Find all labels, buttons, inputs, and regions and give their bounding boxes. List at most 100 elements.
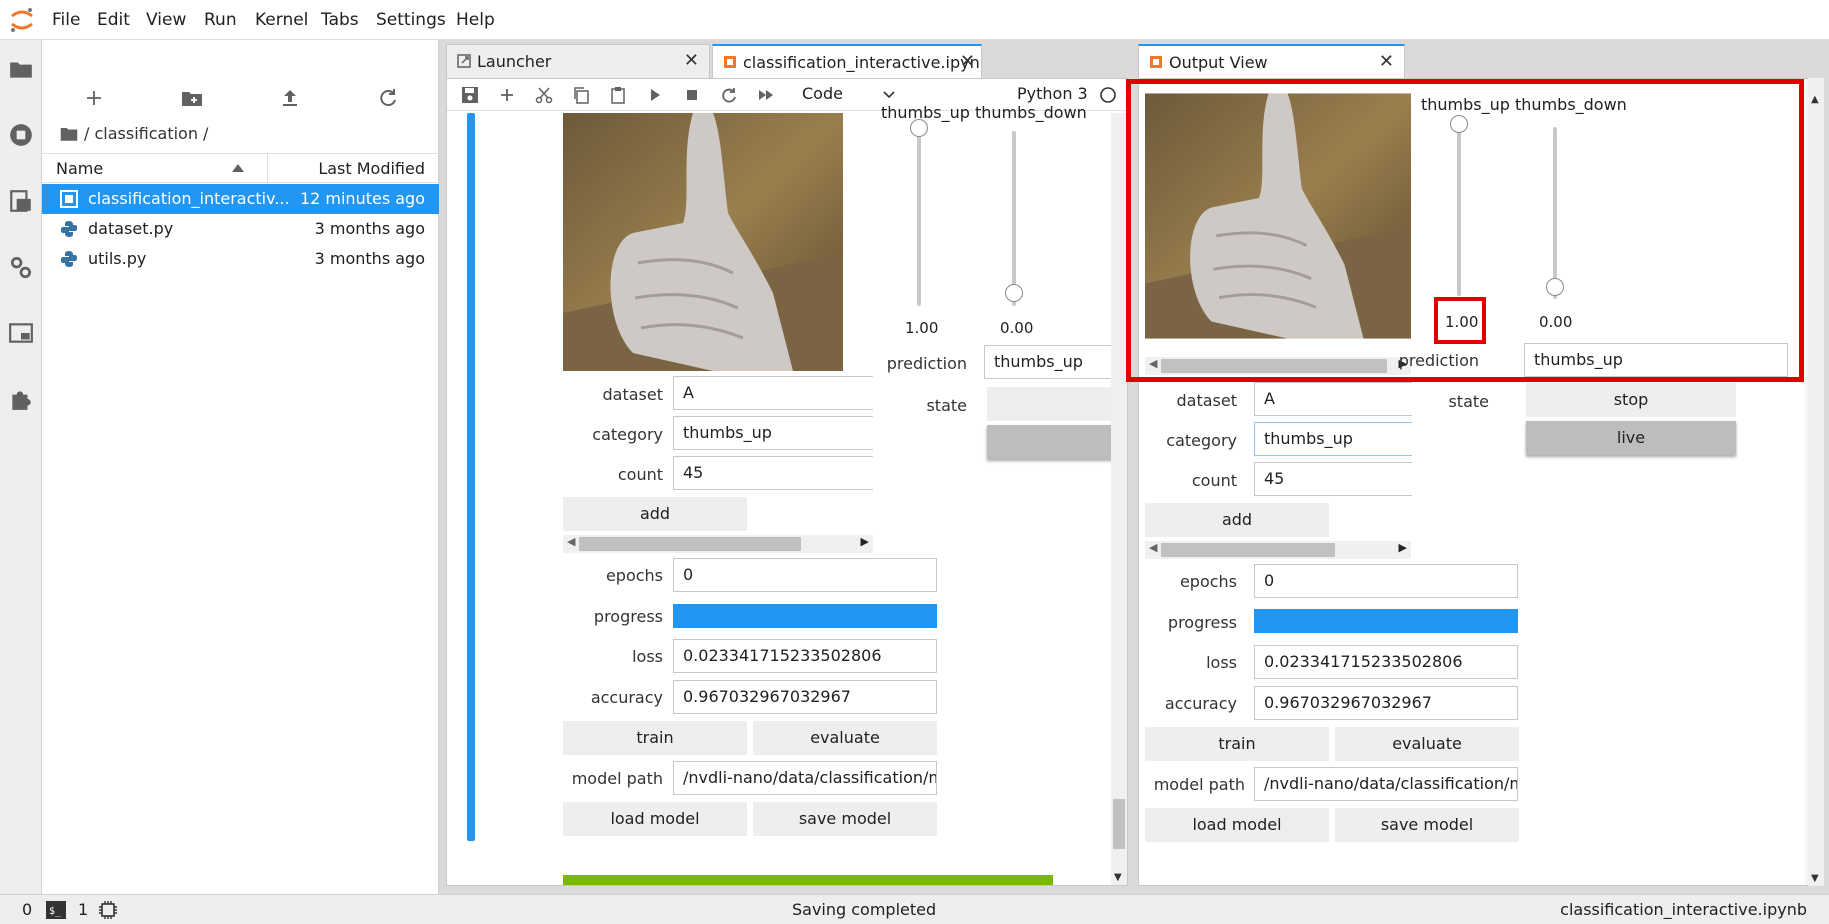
fast-forward-icon[interactable] — [757, 86, 775, 104]
terminal-icon[interactable]: $_ — [46, 901, 66, 919]
stop-icon[interactable] — [683, 86, 701, 104]
loss-field[interactable]: 0.023341715233502806 — [673, 639, 937, 673]
add-button[interactable]: add — [1145, 503, 1329, 537]
live-toggle-button[interactable]: live — [1526, 421, 1736, 455]
tab-launcher[interactable]: Launcher ✕ — [446, 44, 710, 78]
refresh-icon[interactable] — [376, 86, 400, 110]
breadcrumb-path[interactable]: / classification / — [84, 124, 208, 143]
cell-selection-bar[interactable] — [467, 113, 475, 841]
count-field[interactable]: 45 — [673, 456, 873, 490]
menu-file[interactable]: File — [52, 10, 80, 30]
add-cell-icon[interactable] — [498, 86, 516, 104]
model-path-field[interactable]: /nvdli-nano/data/classification/my_ — [673, 761, 937, 795]
paste-icon[interactable] — [609, 86, 627, 104]
restart-icon[interactable] — [720, 86, 738, 104]
dataset-dropdown[interactable]: A — [1254, 382, 1412, 416]
count-field[interactable]: 45 — [1254, 462, 1412, 496]
close-icon[interactable]: ✕ — [1379, 51, 1394, 72]
new-folder-icon[interactable] — [180, 86, 204, 110]
tab-notebook[interactable]: classification_interactive.ipyn ✕ — [712, 44, 982, 78]
scrollbar-thumb[interactable] — [579, 537, 801, 551]
scroll-down-icon[interactable]: ▼ — [1114, 872, 1122, 883]
notebook-vertical-scrollbar[interactable]: ▼ — [1111, 113, 1127, 885]
stop-button[interactable]: sto — [987, 387, 1127, 421]
scroll-right-icon[interactable]: ▶ — [861, 535, 869, 548]
save-model-button[interactable]: save model — [1335, 808, 1519, 842]
save-icon[interactable] — [461, 86, 479, 104]
extension-manager-icon[interactable] — [8, 386, 34, 412]
epochs-field[interactable]: 0 — [673, 558, 937, 592]
thumbs-down-slider-handle[interactable] — [1005, 284, 1023, 302]
category-dropdown[interactable]: thumbs_up — [673, 416, 873, 450]
accuracy-field[interactable]: 0.967032967032967 — [1254, 686, 1518, 720]
tab-output-view[interactable]: Output View ✕ — [1138, 44, 1405, 78]
scroll-up-icon[interactable]: ▲ — [1811, 94, 1819, 105]
scroll-down-icon[interactable]: ▼ — [1811, 873, 1819, 884]
evaluate-button[interactable]: evaluate — [753, 721, 937, 755]
add-button[interactable]: add — [563, 497, 747, 531]
horizontal-scrollbar[interactable]: ◀ ▶ — [563, 535, 873, 553]
property-inspector-icon[interactable] — [8, 254, 34, 280]
scroll-left-icon[interactable]: ◀ — [567, 535, 575, 548]
cell-type-select[interactable]: Code — [802, 84, 843, 103]
close-icon[interactable]: ✕ — [684, 50, 699, 71]
prediction-field[interactable]: thumbs_up — [984, 345, 1127, 379]
command-palette-icon[interactable] — [8, 188, 34, 214]
thumbs-up-slider-handle[interactable] — [910, 119, 928, 137]
menu-view[interactable]: View — [146, 10, 186, 30]
train-button[interactable]: train — [1145, 727, 1329, 761]
kernel-name[interactable]: Python 3 — [1017, 84, 1088, 103]
scrollbar-thumb[interactable] — [1113, 799, 1125, 849]
epochs-field[interactable]: 0 — [1254, 564, 1518, 598]
menu-tabs[interactable]: Tabs — [321, 10, 359, 30]
running-sessions-icon[interactable] — [8, 122, 34, 148]
file-row[interactable]: utils.py 3 months ago — [42, 244, 439, 274]
dock-vertical-scrollbar[interactable]: ▲ ▼ — [1808, 78, 1824, 886]
column-name[interactable]: Name — [56, 159, 103, 178]
accuracy-field[interactable]: 0.967032967032967 — [673, 680, 937, 714]
kernel-chip-icon[interactable] — [98, 900, 118, 920]
tab-label: Output View — [1169, 53, 1268, 72]
loss-field[interactable]: 0.023341715233502806 — [1254, 645, 1518, 679]
folder-icon[interactable] — [60, 126, 78, 142]
copy-icon[interactable] — [572, 86, 590, 104]
scrollbar-thumb[interactable] — [1161, 543, 1335, 557]
close-icon[interactable]: ✕ — [960, 51, 975, 72]
column-last-modified[interactable]: Last Modified — [318, 159, 425, 178]
chevron-down-icon[interactable] — [883, 91, 895, 99]
train-button[interactable]: train — [563, 721, 747, 755]
cut-icon[interactable] — [535, 86, 553, 104]
folder-icon[interactable] — [8, 56, 34, 82]
scroll-left-icon[interactable]: ◀ — [1149, 541, 1157, 554]
horizontal-scrollbar[interactable]: ◀ ▶ — [1145, 541, 1411, 559]
load-model-button[interactable]: load model — [563, 802, 747, 836]
dataset-dropdown[interactable]: A — [673, 376, 873, 410]
progress-label: progress — [1167, 613, 1237, 632]
status-message: Saving completed — [792, 900, 937, 919]
menu-run[interactable]: Run — [204, 10, 237, 30]
file-modified: 3 months ago — [314, 249, 425, 268]
menu-settings[interactable]: Settings — [376, 10, 446, 30]
category-dropdown[interactable]: thumbs_up — [1254, 422, 1412, 456]
file-row[interactable]: dataset.py 3 months ago — [42, 214, 439, 244]
cell-output-success-bar — [563, 875, 1053, 885]
stop-button[interactable]: stop — [1526, 383, 1736, 417]
file-row[interactable]: classification_interactiv... 12 minutes … — [42, 184, 439, 214]
scroll-right-icon[interactable]: ▶ — [1399, 541, 1407, 554]
menu-help[interactable]: Help — [456, 10, 495, 30]
menu-kernel[interactable]: Kernel — [255, 10, 308, 30]
upload-icon[interactable] — [278, 86, 302, 110]
run-icon[interactable] — [646, 86, 664, 104]
live-toggle-button[interactable]: liv — [987, 425, 1127, 459]
tabs-panel-icon[interactable] — [8, 320, 34, 346]
thumbs-up-slider-track[interactable] — [917, 131, 921, 306]
save-model-button[interactable]: save model — [753, 802, 937, 836]
model-path-field[interactable]: /nvdli-nano/data/classification/my_ — [1254, 767, 1518, 801]
thumbs-down-slider-track[interactable] — [1012, 131, 1016, 306]
svg-text:$_: $_ — [49, 906, 62, 917]
evaluate-button[interactable]: evaluate — [1335, 727, 1519, 761]
new-launcher-icon[interactable] — [82, 86, 106, 110]
epochs-label: epochs — [605, 566, 663, 585]
menu-edit[interactable]: Edit — [97, 10, 130, 30]
load-model-button[interactable]: load model — [1145, 808, 1329, 842]
